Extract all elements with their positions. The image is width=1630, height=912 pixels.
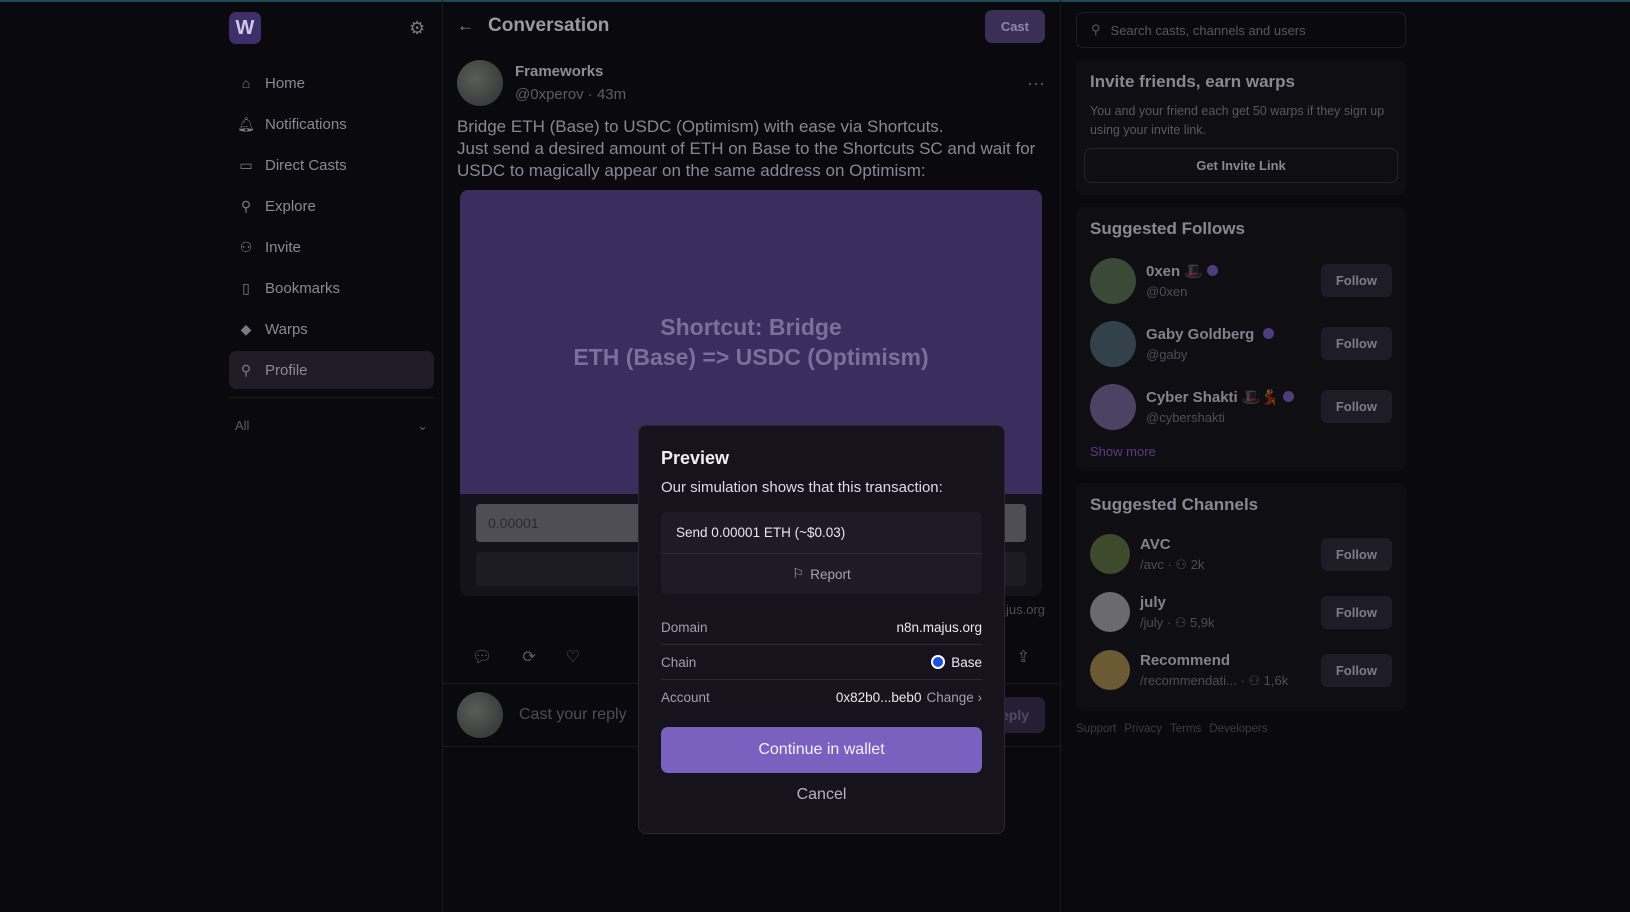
- domain-value: n8n.majus.org: [896, 619, 982, 635]
- domain-label: Domain: [661, 619, 708, 635]
- account-row: Account 0x82b0...beb0 Change ›: [661, 680, 982, 715]
- chain-row: Chain Base: [661, 645, 982, 680]
- domain-row: Domain n8n.majus.org: [661, 610, 982, 645]
- continue-in-wallet-button[interactable]: Continue in wallet: [661, 727, 982, 773]
- modal-title: Preview: [661, 448, 730, 468]
- chain-label: Chain: [661, 654, 697, 670]
- cancel-button[interactable]: Cancel: [661, 786, 982, 804]
- chain-value: Base: [951, 654, 982, 670]
- change-account-link[interactable]: Change ›: [926, 690, 982, 705]
- report-label: Report: [810, 566, 851, 582]
- base-chain-icon: [931, 655, 946, 669]
- flag-icon: ⚐: [792, 566, 805, 581]
- transaction-preview-modal: Preview Our simulation shows that this t…: [638, 425, 1005, 834]
- report-button[interactable]: ⚐ Report: [661, 554, 982, 594]
- simulation-box: Send 0.00001 ETH (~$0.03) ⚐ Report: [661, 512, 982, 594]
- transaction-details: Domain n8n.majus.org Chain Base Account 0x8…: [661, 610, 982, 715]
- account-value: 0x82b0...beb0: [835, 690, 922, 705]
- modal-subtitle: Our simulation shows that this transacti…: [661, 479, 943, 496]
- simulation-result: Send 0.00001 ETH (~$0.03): [661, 512, 982, 554]
- account-label: Account: [661, 690, 710, 705]
